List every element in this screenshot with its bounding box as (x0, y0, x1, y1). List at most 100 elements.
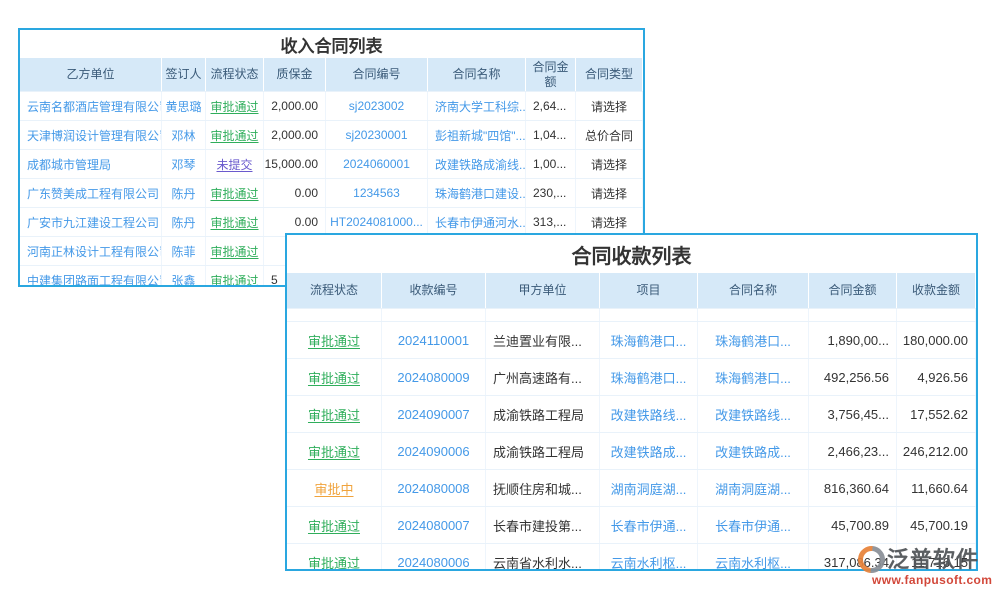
contract-code-cell[interactable]: HT2024081000... (326, 208, 428, 236)
empty-cell (287, 309, 382, 321)
company-cell[interactable]: 广安市九江建设工程公司 (20, 208, 162, 236)
party-a-cell: 成渝铁路工程局 (486, 396, 600, 432)
receipt-code-cell[interactable]: 2024080006 (382, 544, 486, 571)
receipt-header-row: 流程状态收款编号甲方单位项目合同名称合同金额收款金额 (287, 273, 976, 308)
table-row[interactable]: 成都城市管理局邓琴未提交15,000.002024060001改建铁路成渝线..… (20, 149, 643, 178)
signer-cell[interactable]: 张鑫 (162, 266, 206, 287)
company-cell[interactable]: 天津博润设计管理有限公司 (20, 121, 162, 149)
contract-code-cell[interactable]: 1234563 (326, 179, 428, 207)
contract-type-select[interactable]: 请选择 (576, 179, 643, 207)
contract-name-cell[interactable]: 云南水利枢... (698, 544, 809, 571)
contract-amount-cell: 230,... (526, 179, 576, 207)
status-cell[interactable]: 审批通过 (206, 92, 264, 120)
project-cell[interactable]: 珠海鹤港口... (600, 359, 698, 395)
column-header: 签订人 (162, 58, 206, 91)
party-a-cell: 云南省水利水... (486, 544, 600, 571)
project-cell[interactable]: 改建铁路线... (600, 396, 698, 432)
signer-cell[interactable]: 邓琴 (162, 150, 206, 178)
contract-name-cell[interactable]: 改建铁路成渝线... (428, 150, 526, 178)
contract-code-cell[interactable]: sj20230001 (326, 121, 428, 149)
signer-cell[interactable]: 邓林 (162, 121, 206, 149)
receipt-code-cell[interactable]: 2024110001 (382, 322, 486, 358)
contract-code-cell[interactable]: sj2023002 (326, 92, 428, 120)
contract-type-select[interactable]: 请选择 (576, 208, 643, 236)
contract-amount-cell: 3,756,45... (809, 396, 897, 432)
receipt-code-cell[interactable]: 2024080007 (382, 507, 486, 543)
contract-name-cell[interactable]: 改建铁路线... (698, 396, 809, 432)
deposit-cell: 0.00 (264, 179, 326, 207)
company-cell[interactable]: 河南正林设计工程有限公司 (20, 237, 162, 265)
deposit-cell: 2,000.00 (264, 121, 326, 149)
company-cell[interactable]: 广东赞美成工程有限公司 (20, 179, 162, 207)
party-a-cell: 长春市建投第... (486, 507, 600, 543)
table-row[interactable]: 审批通过2024080009广州高速路有...珠海鹤港口...珠海鹤港口...4… (287, 358, 976, 395)
contract-name-cell[interactable]: 湖南洞庭湖... (698, 470, 809, 506)
contract-name-cell[interactable]: 珠海鹤港口... (698, 359, 809, 395)
empty-cell (382, 309, 486, 321)
contract-amount-cell: 1,890,00... (809, 322, 897, 358)
contract-name-cell[interactable]: 珠海鹤港口... (698, 322, 809, 358)
signer-cell[interactable]: 陈丹 (162, 179, 206, 207)
contract-code-cell[interactable]: 2024060001 (326, 150, 428, 178)
signer-cell[interactable]: 陈丹 (162, 208, 206, 236)
deposit-cell: 15,000.00 (264, 150, 326, 178)
status-cell[interactable]: 审批通过 (287, 433, 382, 469)
income-window-title: 收入合同列表 (20, 30, 643, 58)
contract-name-cell[interactable]: 改建铁路成... (698, 433, 809, 469)
contract-type-select[interactable]: 请选择 (576, 92, 643, 120)
table-row[interactable]: 审批中2024080008抚顺住房和城...湖南洞庭湖...湖南洞庭湖...81… (287, 469, 976, 506)
contract-name-cell[interactable]: 彭祖新城"四馆"... (428, 121, 526, 149)
table-row[interactable]: 审批通过2024090006成渝铁路工程局改建铁路成...改建铁路成...2,4… (287, 432, 976, 469)
receipt-code-cell[interactable]: 2024090006 (382, 433, 486, 469)
table-row[interactable]: 天津博润设计管理有限公司邓林审批通过2,000.00sj20230001彭祖新城… (20, 120, 643, 149)
contract-type-select[interactable]: 总价合同 (576, 121, 643, 149)
contract-name-cell[interactable]: 珠海鹤港口建设... (428, 179, 526, 207)
party-a-cell: 成渝铁路工程局 (486, 433, 600, 469)
receipt-amount-cell: 45,700.19 (897, 507, 976, 543)
status-cell[interactable]: 审批通过 (206, 208, 264, 236)
status-cell[interactable]: 审批通过 (287, 359, 382, 395)
income-header-row: 乙方单位签订人流程状态质保金合同编号合同名称合同金额合同类型 (20, 58, 643, 91)
receipt-amount-cell: 17,552.62 (897, 396, 976, 432)
table-row[interactable]: 广安市九江建设工程公司陈丹审批通过0.00HT2024081000...长春市伊… (20, 207, 643, 236)
signer-cell[interactable]: 黄思璐 (162, 92, 206, 120)
receipt-code-cell[interactable]: 2024090007 (382, 396, 486, 432)
project-cell[interactable]: 长春市伊通... (600, 507, 698, 543)
status-cell[interactable]: 审批通过 (287, 507, 382, 543)
project-cell[interactable]: 云南水利枢... (600, 544, 698, 571)
contract-type-select[interactable]: 请选择 (576, 150, 643, 178)
project-cell[interactable]: 湖南洞庭湖... (600, 470, 698, 506)
watermark-brand-text: 泛普软件 (887, 548, 979, 571)
status-cell[interactable]: 审批通过 (287, 396, 382, 432)
contract-amount-cell: 313,... (526, 208, 576, 236)
party-a-cell: 抚顺住房和城... (486, 470, 600, 506)
status-cell[interactable]: 审批通过 (287, 544, 382, 571)
receipt-code-cell[interactable]: 2024080008 (382, 470, 486, 506)
signer-cell[interactable]: 陈菲 (162, 237, 206, 265)
project-cell[interactable]: 珠海鹤港口... (600, 322, 698, 358)
receipt-code-cell[interactable]: 2024080009 (382, 359, 486, 395)
watermark-url-text: www.fanpusoft.com (858, 573, 992, 587)
fanpu-watermark: 泛普软件 www.fanpusoft.com (858, 546, 992, 587)
table-row[interactable]: 审批通过2024080007长春市建投第...长春市伊通...长春市伊通...4… (287, 506, 976, 543)
table-row[interactable]: 审批通过2024110001兰迪置业有限...珠海鹤港口...珠海鹤港口...1… (287, 321, 976, 358)
contract-name-cell[interactable]: 济南大学工科综... (428, 92, 526, 120)
status-cell[interactable]: 审批通过 (206, 179, 264, 207)
status-cell[interactable]: 审批通过 (206, 237, 264, 265)
company-cell[interactable]: 成都城市管理局 (20, 150, 162, 178)
table-row[interactable]: 云南名都酒店管理有限公司黄思璐审批通过2,000.00sj2023002济南大学… (20, 91, 643, 120)
table-row[interactable]: 审批通过2024090007成渝铁路工程局改建铁路线...改建铁路线...3,7… (287, 395, 976, 432)
table-row[interactable]: 广东赞美成工程有限公司陈丹审批通过0.001234563珠海鹤港口建设...23… (20, 178, 643, 207)
company-cell[interactable]: 中建集团路面工程有限公司 (20, 266, 162, 287)
status-cell[interactable]: 审批中 (287, 470, 382, 506)
contract-name-cell[interactable]: 长春市伊通河水... (428, 208, 526, 236)
column-header: 合同编号 (326, 58, 428, 91)
status-cell[interactable]: 审批通过 (206, 266, 264, 287)
contract-amount-cell: 1,00... (526, 150, 576, 178)
contract-name-cell[interactable]: 长春市伊通... (698, 507, 809, 543)
company-cell[interactable]: 云南名都酒店管理有限公司 (20, 92, 162, 120)
status-cell[interactable]: 未提交 (206, 150, 264, 178)
status-cell[interactable]: 审批通过 (206, 121, 264, 149)
status-cell[interactable]: 审批通过 (287, 322, 382, 358)
project-cell[interactable]: 改建铁路成... (600, 433, 698, 469)
